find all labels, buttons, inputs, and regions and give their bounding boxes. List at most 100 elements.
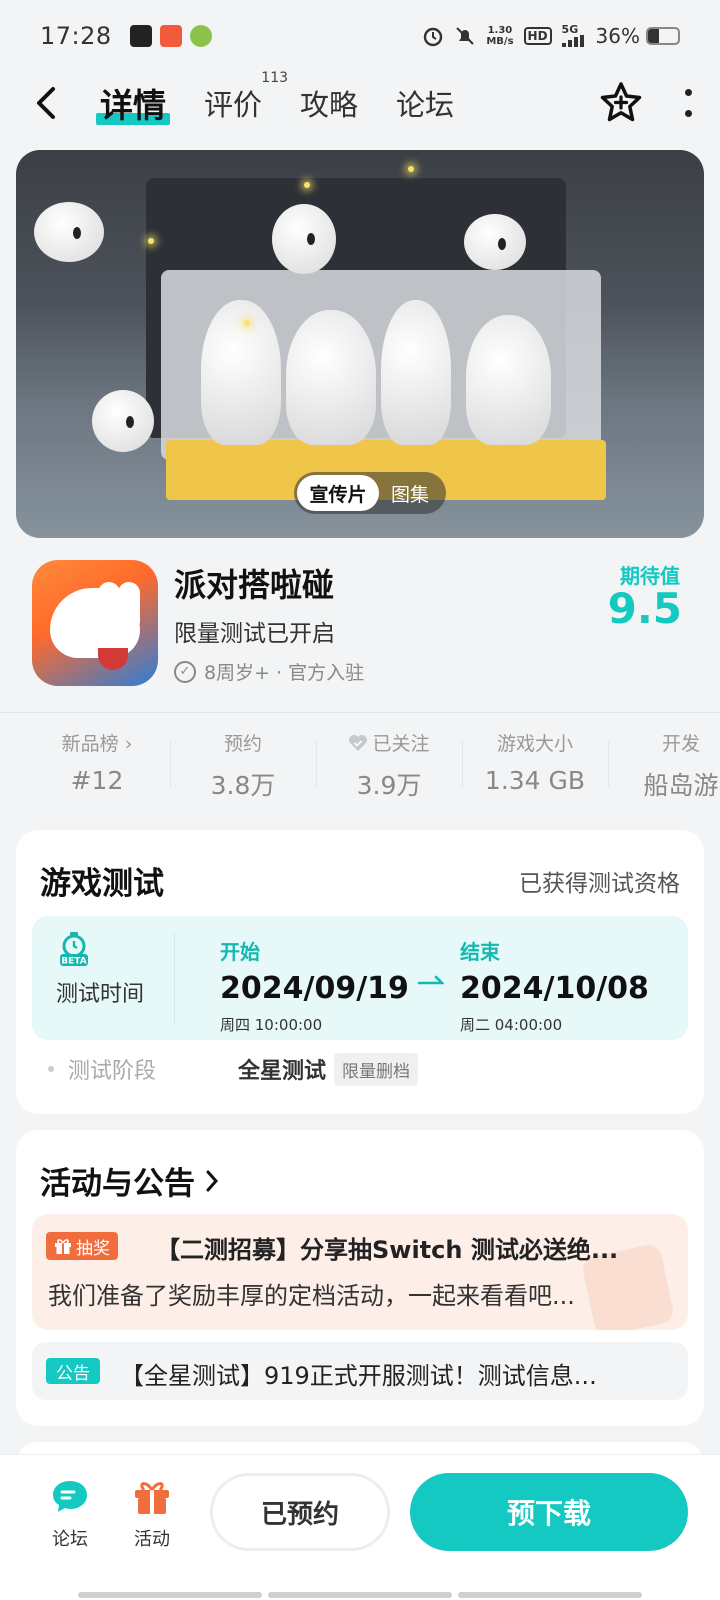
test-end-label: 结束 [460,940,500,964]
test-stage-tag: 限量删档 [334,1052,419,1086]
banner-floaty [464,214,526,270]
banner-floaty [92,390,154,452]
game-app-icon [32,560,158,686]
signal-indicator: 5G [561,24,586,49]
game-name: 派对搭啦碰 [174,566,335,604]
reviews-count-badge: 113 [261,70,289,86]
announcement-item[interactable]: 公告 【全星测试】919正式开服测试！测试信息... [32,1342,688,1400]
bottom-action-bar: 论坛 活动 已预约 预下载 [0,1454,720,1600]
bottom-forum-button[interactable]: 论坛 [40,1477,100,1551]
events-title-link[interactable]: 活动与公告 [40,1158,219,1203]
test-end-date: 2024/10/08 [460,971,649,1006]
lottery-tag: 抽奖 [46,1232,118,1260]
check-circle-icon: ✓ [174,660,196,683]
notice-tag: 公告 [46,1358,100,1384]
forum-chat-icon [53,1481,87,1512]
nav-actions [598,80,694,126]
tab-reviews-label: 评价 [204,88,263,122]
gift-icon [135,1482,169,1514]
shopping-app-icon [159,25,182,47]
lottery-tag-label: 抽奖 [76,1238,110,1259]
event-description: 我们准备了奖励丰厚的定档活动，一起来看看吧... [48,1282,575,1310]
event-title: 【二测招募】分享抽Switch 测试必送绝... [156,1236,619,1264]
stat-label: 预约 [223,733,262,755]
banner-floaty [272,204,336,274]
stat-game-size: 游戏大小 1.34 GB [462,713,608,808]
stat-label: 已关注 [316,729,462,756]
predownload-button[interactable]: 预下载 [410,1473,688,1551]
stat-followers[interactable]: 已关注 3.9万 [316,713,462,808]
svg-text:BETA: BETA [61,957,86,967]
stat-label: 开发 [661,733,700,755]
stat-value: 3.8万 [210,771,276,800]
signal-bars-icon [561,34,584,47]
status-indicators: 1.30 MB/s HD 5G 36% [422,24,680,49]
battery-icon [646,27,680,45]
promo-banner[interactable]: 宣传片 图集 [16,150,704,538]
expectation-score: 9.5 [607,584,682,633]
sparkle-icon [148,238,154,244]
stat-developer[interactable]: 开发 船岛游 [608,713,720,808]
network-speed: 1.30 MB/s [486,25,513,47]
game-icon-face [50,582,140,670]
stat-value: 1.34 GB [484,766,586,795]
game-app-icon [189,25,212,47]
gift-icon [55,1239,71,1254]
banner-figure [381,300,451,445]
event-item[interactable]: 抽奖 【二测招募】分享抽Switch 测试必送绝... 我们准备了奖励丰厚的定档… [32,1214,688,1330]
test-divider [174,932,175,1024]
media-tab-trailer[interactable]: 宣传片 [297,475,379,511]
status-bar: 17:28 1.30 MB/s HD 5G 36% [0,0,720,72]
game-meta: ✓ 8周岁+ · 官方入驻 [174,658,364,685]
stat-label-text: 已关注 [372,733,430,755]
arrow-right-icon [418,975,444,985]
sparkle-icon [408,166,414,172]
stats-row: 新品榜 › #12 预约 3.8万 已关注 3.9万 游戏大小 1.34 GB … [0,712,720,808]
back-icon[interactable] [26,83,66,123]
bottom-activity-button[interactable]: 活动 [122,1477,182,1551]
stat-value: 船岛游 [643,771,719,800]
tab-reviews[interactable]: 评价 113 [204,70,288,124]
alarm-icon [424,27,443,47]
stat-label: 游戏大小 [496,733,573,755]
test-start-date: 2024/09/19 [220,971,409,1006]
bullet-dot [48,1066,54,1072]
chevron-right-icon [206,1170,219,1191]
more-options-icon[interactable] [682,89,694,117]
stat-value: #12 [70,766,124,795]
heart-check-icon [349,734,368,751]
game-meta-text: 8周岁+ · 官方入驻 [204,662,365,684]
sparkle-icon [244,320,250,326]
status-time: 17:28 [40,22,112,50]
mute-bell-icon [456,27,475,45]
favorite-star-icon[interactable] [598,80,644,126]
test-stage-label: 测试阶段 [68,1059,157,1084]
beta-timer-icon: BETA [60,932,88,967]
sparkle-icon [304,182,310,188]
stat-reservations: 预约 3.8万 [170,713,316,808]
banner-figure [201,300,281,445]
announcement-title: 【全星测试】919正式开服测试！测试信息... [120,1362,597,1390]
battery-percent: 36% [595,24,640,48]
activity-label: 活动 [134,1529,170,1550]
network-speed-value: 1.30 [487,25,513,36]
test-stage-row: 测试阶段 全星测试 限量删档 [48,1052,419,1086]
tab-details[interactable]: 详情 [96,79,170,127]
battery-indicator: 36% [596,24,680,48]
banner-floaty [34,202,104,262]
forum-label: 论坛 [52,1529,88,1550]
test-stage-value: 全星测试 [238,1059,327,1084]
test-end-time: 周二 04:00:00 [460,1016,563,1034]
tab-guides[interactable]: 攻略 [300,82,358,124]
test-time-label: 测试时间 [56,982,145,1007]
test-start: 开始 2024/09/19 周四 10:00:00 [220,936,409,1035]
test-start-time: 周四 10:00:00 [220,1016,323,1034]
game-test-title: 游戏测试 [40,866,164,902]
stat-new-rank[interactable]: 新品榜 › #12 [24,713,170,808]
media-tab-gallery[interactable]: 图集 [379,475,441,511]
tab-forum[interactable]: 论坛 [396,82,454,124]
reserved-button[interactable]: 已预约 [210,1473,390,1551]
events-title: 活动与公告 [40,1166,195,1202]
game-test-card: 游戏测试 已获得测试资格 BETA 测试时间 开始 2024/09/19 周四 … [16,830,704,1114]
hd-indicator: HD [523,27,552,45]
